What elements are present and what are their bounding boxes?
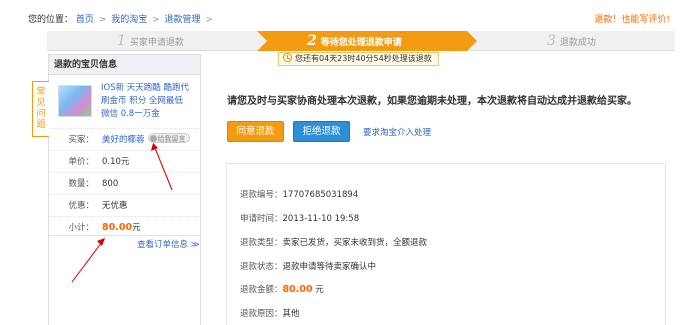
refund-number-value: 17707685031894 xyxy=(282,190,359,200)
refund-reason-row: 退款原因：其他 xyxy=(240,307,300,319)
product-title-link[interactable]: IOS新 天天跑酷 酷跑代刷金币 积分 全网最低 微信 0.8一万金 xyxy=(101,82,191,121)
panel-title: 退款的宝贝信息 xyxy=(49,55,200,75)
breadcrumb-refund-management[interactable]: 退款管理 xyxy=(165,15,201,25)
apply-time-label: 申请时间： xyxy=(240,214,283,224)
countdown-timer: 您还有04天23时40分54秒处理该退款 xyxy=(278,52,439,66)
refund-reason-value: 其他 xyxy=(282,309,300,319)
refund-amount-row: 退款金额：80.00 元 xyxy=(240,283,324,295)
wangwang-message-button[interactable]: 给我留言 xyxy=(147,133,190,143)
wangwang-icon xyxy=(149,135,157,142)
discount-row: 优惠： 无优惠 xyxy=(49,194,200,216)
breadcrumb-separator: > xyxy=(152,15,160,25)
subtotal-unit: 元 xyxy=(132,223,141,233)
refund-reason-label: 退款原因： xyxy=(240,309,283,319)
refund-amount-unit: 元 xyxy=(315,285,324,295)
step-label: 退款成功 xyxy=(559,38,596,48)
discount-value: 无优惠 xyxy=(102,201,128,211)
refund-instruction-message: 请您及时与买家协商处理本次退款，如果您逾期未处理，本次退款将自动达成并退款给买家… xyxy=(227,96,637,107)
panel-divider xyxy=(49,235,200,236)
quantity-row: 数量： 800 xyxy=(49,172,200,194)
step-label: 等待您处理退款申请 xyxy=(320,38,402,48)
refund-status-value: 退款申请等待卖家确认中 xyxy=(282,262,377,272)
buyer-row: 买家： 美好的椰蓉 给我留言 xyxy=(49,128,200,150)
unit-price-value: 0.10元 xyxy=(102,157,130,167)
subtotal-value: 80.00 xyxy=(102,222,133,233)
step-3: 3 退款成功 xyxy=(547,31,596,51)
agree-refund-button[interactable]: 同意退款 xyxy=(227,121,284,142)
apply-time-row: 申请时间：2013-11-10 19:58 xyxy=(240,212,359,224)
refund-amount-value: 80.00 xyxy=(282,284,313,295)
breadcrumb-separator: > xyxy=(205,15,213,25)
progress-steps: 1 买家申请退款 2 等待您处理退款申请 3 退款成功 xyxy=(47,31,675,51)
breadcrumb-my-taobao[interactable]: 我的淘宝 xyxy=(111,15,147,25)
refund-amount-label: 退款金额： xyxy=(240,285,283,295)
breadcrumb-home[interactable]: 首页 xyxy=(76,15,94,25)
refund-status-row: 退款状态：退款申请等待卖家确认中 xyxy=(240,260,376,272)
breadcrumb-prefix: 您的位置： xyxy=(28,15,74,25)
refund-type-label: 退款类型： xyxy=(240,238,283,248)
refund-status-label: 退款状态： xyxy=(240,262,283,272)
step-1: 1 买家申请退款 xyxy=(117,31,184,51)
quantity-label: 数量： xyxy=(68,179,94,189)
clock-icon xyxy=(283,53,292,62)
buyer-name-link[interactable]: 美好的椰蓉 xyxy=(102,135,145,145)
breadcrumb: 您的位置： 首页 > 我的淘宝 > 退款管理 > xyxy=(28,12,215,25)
step-number: 2 xyxy=(307,33,317,49)
step-label: 买家申请退款 xyxy=(129,38,184,48)
request-taobao-intervention-link[interactable]: 要求淘宝介入处理 xyxy=(363,126,431,138)
wangwang-label: 给我留言 xyxy=(157,135,186,143)
step-2: 2 等待您处理退款申请 xyxy=(307,31,402,51)
product-thumbnail[interactable] xyxy=(58,85,92,117)
discount-label: 优惠： xyxy=(68,201,94,211)
refund-number-label: 退款编号： xyxy=(240,190,283,200)
unit-price-label: 单价： xyxy=(68,157,94,167)
timer-text: 您还有04天23时40分54秒处理该退款 xyxy=(295,54,432,63)
quantity-value: 800 xyxy=(102,179,119,189)
view-order-info-link[interactable]: 查看订单信息 ≫ xyxy=(137,238,200,250)
faq-tab[interactable]: 常见问题 xyxy=(32,81,49,137)
step-number: 3 xyxy=(547,33,556,49)
step-number: 1 xyxy=(117,33,126,49)
refund-number-row: 退款编号：17707685031894 xyxy=(240,188,358,200)
buyer-label: 买家： xyxy=(68,135,94,145)
refund-type-row: 退款类型：卖家已发货，买家未收到货，全额退款 xyxy=(240,236,427,248)
breadcrumb-separator: > xyxy=(98,15,107,25)
refund-type-value: 卖家已发货，买家未收到货，全额退款 xyxy=(282,238,428,248)
unit-price-row: 单价： 0.10元 xyxy=(49,150,200,172)
refund-review-link[interactable]: 退款！也能写评价! xyxy=(594,12,670,25)
reject-refund-button[interactable]: 拒绝退款 xyxy=(293,121,350,142)
apply-time-value: 2013-11-10 19:58 xyxy=(282,214,360,224)
